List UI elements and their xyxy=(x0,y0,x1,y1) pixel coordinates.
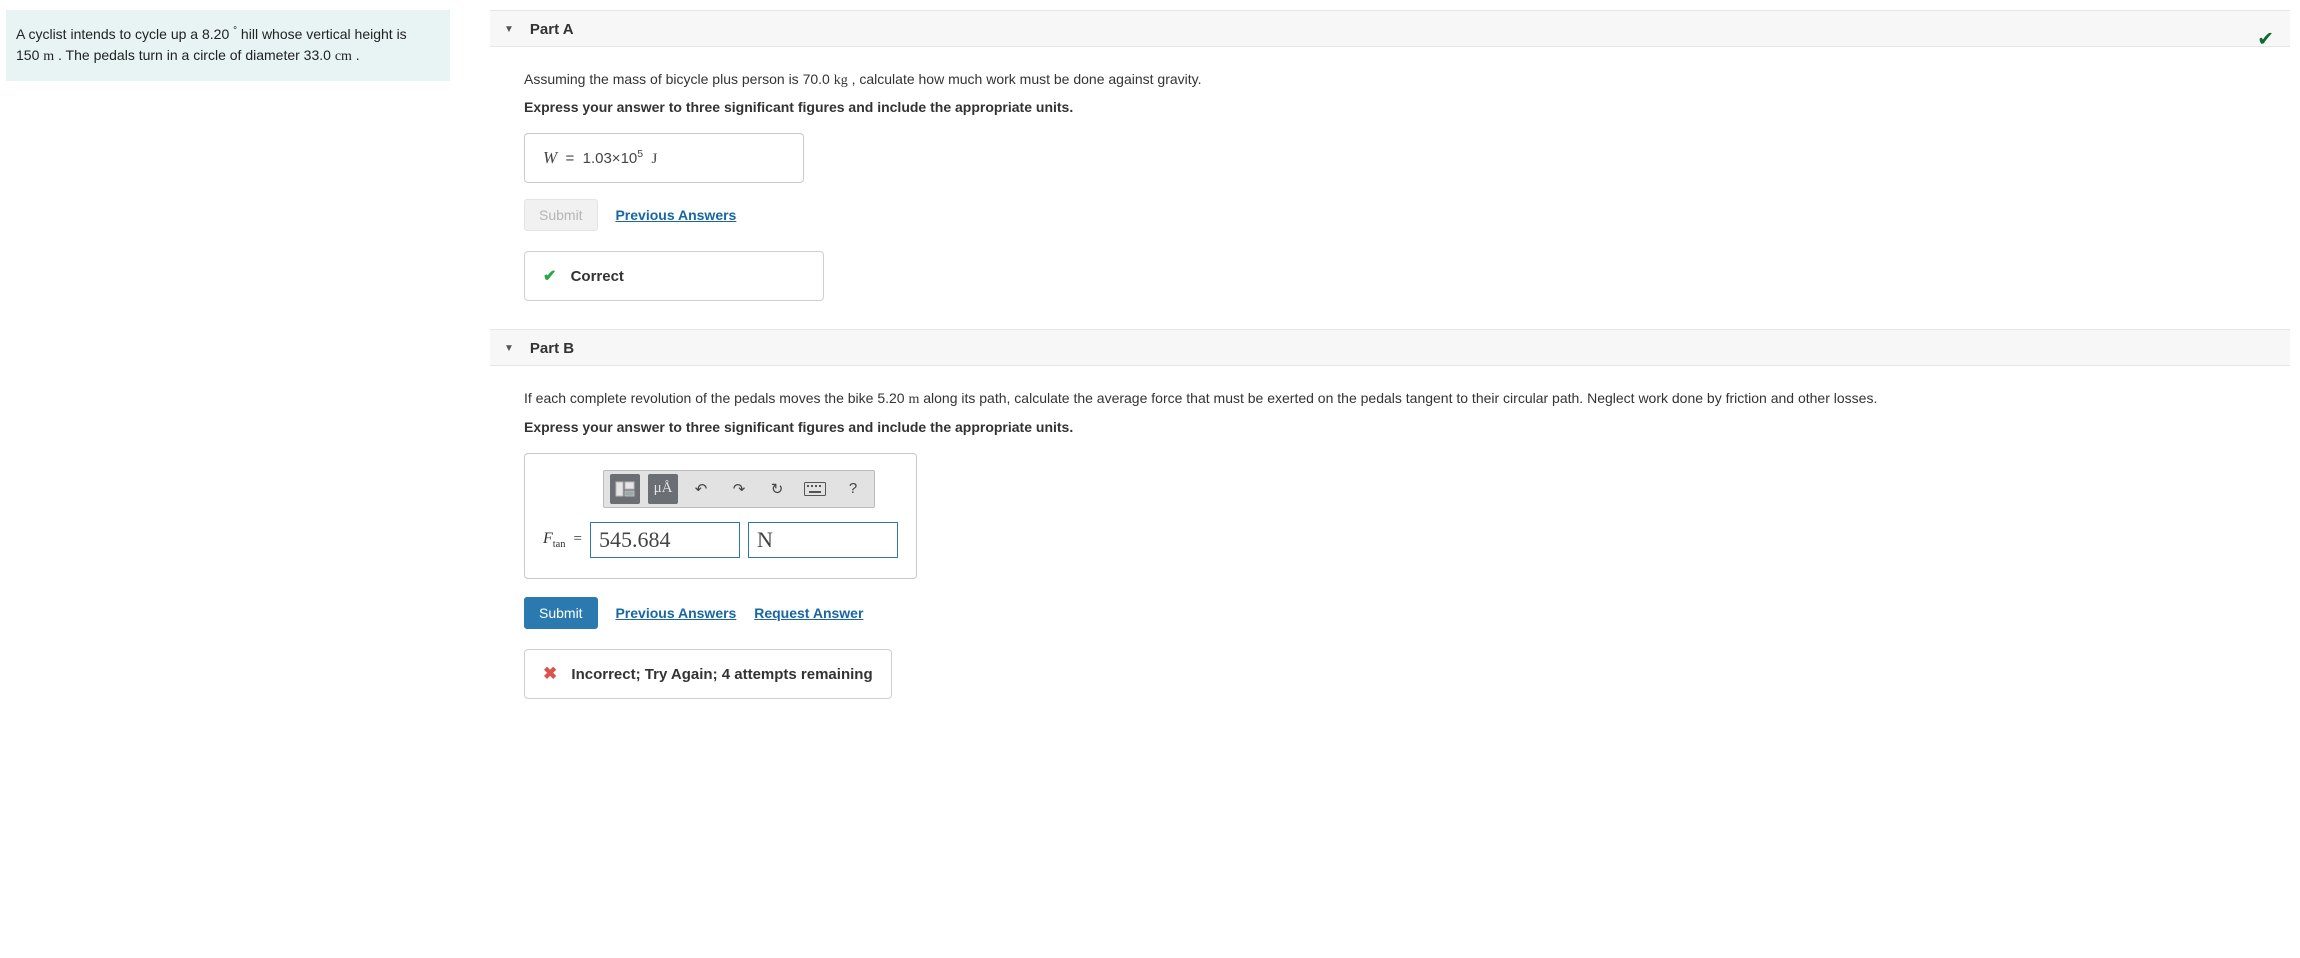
caret-down-icon[interactable]: ▼ xyxy=(504,24,514,35)
cross-icon: ✖ xyxy=(543,664,557,683)
reset-icon[interactable]: ↻ xyxy=(762,474,792,504)
part-b-var-label: Ftan xyxy=(543,530,565,550)
caret-down-icon[interactable]: ▼ xyxy=(504,343,514,354)
part-a-instruction-bold: Express your answer to three significant… xyxy=(524,99,2276,115)
part-b-header[interactable]: ▼ Part B xyxy=(490,329,2290,366)
equation-toolbar: μÅ ↶ ↷ ↻ ? xyxy=(603,470,875,508)
submit-button[interactable]: Submit xyxy=(524,597,598,629)
part-a-feedback: ✔ Correct xyxy=(524,251,824,301)
part-a: ▼ Part A ✔ Assuming the mass of bicycle … xyxy=(490,10,2290,301)
equals-sign: = xyxy=(573,531,581,548)
previous-answers-link[interactable]: Previous Answers xyxy=(615,605,736,621)
problem-intro: A cyclist intends to cycle up a 8.20 ° h… xyxy=(6,10,450,81)
part-b-instruction: If each complete revolution of the pedal… xyxy=(524,388,2276,410)
redo-icon[interactable]: ↷ xyxy=(724,474,754,504)
part-b-title: Part B xyxy=(530,340,574,357)
part-b-answer-box: μÅ ↶ ↷ ↻ ? Ftan = xyxy=(524,453,917,579)
part-a-answer-var: W xyxy=(543,148,557,167)
request-answer-link[interactable]: Request Answer xyxy=(754,605,863,621)
unit-input[interactable] xyxy=(748,522,898,558)
submit-button-disabled: Submit xyxy=(524,199,598,231)
value-input[interactable] xyxy=(590,522,740,558)
undo-icon[interactable]: ↶ xyxy=(686,474,716,504)
part-b-instruction-bold: Express your answer to three significant… xyxy=(524,419,2276,435)
part-b-feedback: ✖ Incorrect; Try Again; 4 attempts remai… xyxy=(524,649,892,699)
check-icon: ✔ xyxy=(543,268,556,285)
part-a-title: Part A xyxy=(530,21,574,38)
feedback-text: Incorrect; Try Again; 4 attempts remaini… xyxy=(571,666,872,683)
part-b: ▼ Part B If each complete revolution of … xyxy=(490,329,2290,698)
feedback-text: Correct xyxy=(571,268,624,285)
check-icon: ✔ xyxy=(2257,26,2274,51)
help-icon[interactable]: ? xyxy=(838,474,868,504)
part-a-instruction: Assuming the mass of bicycle plus person… xyxy=(524,69,2276,91)
symbols-icon[interactable]: μÅ xyxy=(648,474,678,504)
part-a-answer-value: 1.03×105 xyxy=(583,150,643,167)
keyboard-icon[interactable] xyxy=(800,474,830,504)
part-a-answer-unit: J xyxy=(651,151,657,167)
part-a-header[interactable]: ▼ Part A ✔ xyxy=(490,10,2290,47)
templates-icon[interactable] xyxy=(610,474,640,504)
part-a-answer-box: W = 1.03×105 J xyxy=(524,133,804,183)
previous-answers-link[interactable]: Previous Answers xyxy=(615,207,736,223)
